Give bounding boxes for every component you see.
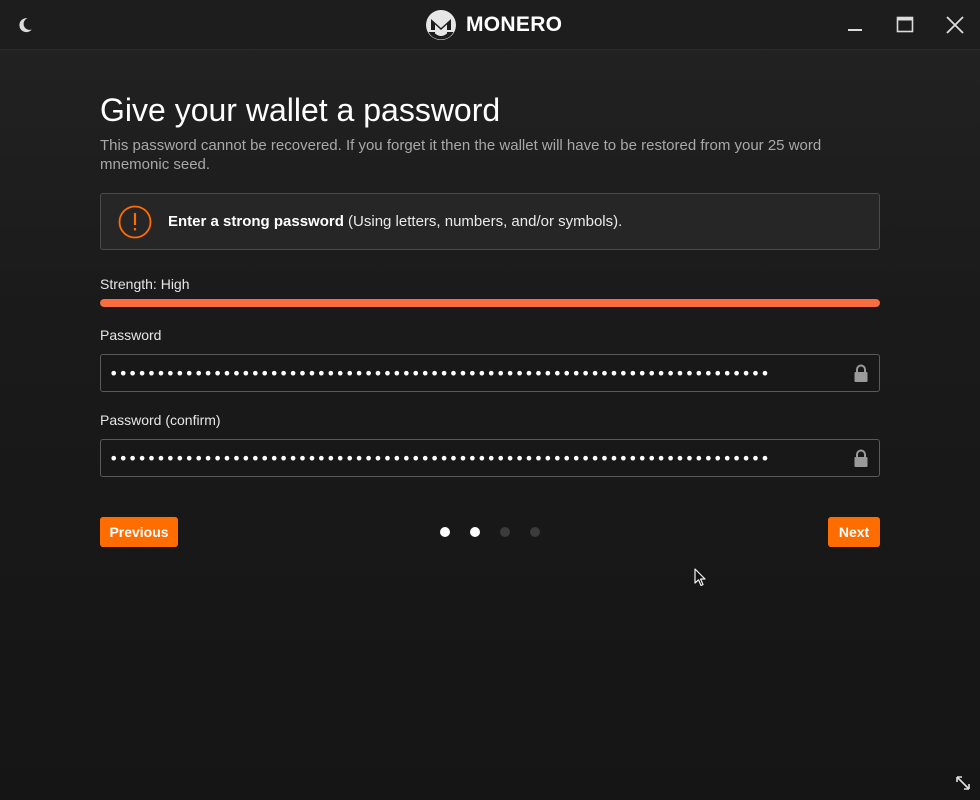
strength-meter: [100, 299, 880, 307]
monero-logo: [426, 10, 456, 40]
page-description: This password cannot be recovered. If yo…: [100, 137, 822, 173]
notice-rest-text: (Using letters, numbers, and/or symbols)…: [343, 213, 623, 230]
brand-name: MONERO: [466, 13, 563, 36]
notice-strong-text: Enter a strong password: [168, 213, 344, 230]
strength-label: Strength: High: [100, 276, 190, 292]
mouse-cursor-icon: [694, 568, 706, 587]
moon-icon[interactable]: [14, 14, 36, 36]
strength-meter-fill: [100, 299, 880, 307]
step-dot: [440, 527, 450, 537]
resize-icon[interactable]: [954, 774, 972, 792]
close-icon[interactable]: [942, 12, 968, 38]
previous-button[interactable]: Previous: [100, 517, 178, 547]
lock-icon: [854, 449, 868, 467]
step-indicator: [440, 527, 540, 537]
step-dot: [500, 527, 510, 537]
password-label: Password: [100, 327, 162, 343]
minimize-icon[interactable]: [842, 12, 868, 38]
password-confirm-input[interactable]: [109, 440, 839, 476]
password-notice: Enter a strong password (Using letters, …: [100, 193, 880, 250]
page-header: Give your wallet a password This passwor…: [100, 90, 880, 174]
maximize-icon[interactable]: [892, 12, 918, 38]
warning-circle-icon: [118, 205, 152, 238]
password-input[interactable]: [109, 355, 839, 391]
notice-text: Enter a strong password (Using letters, …: [168, 213, 622, 230]
password-field: [100, 354, 880, 392]
step-dot: [470, 527, 480, 537]
lock-icon: [854, 364, 868, 382]
next-button[interactable]: Next: [828, 517, 880, 547]
step-dot: [530, 527, 540, 537]
brand: MONERO: [426, 10, 562, 40]
title-bar: MONERO: [0, 0, 980, 50]
password-confirm-field: [100, 439, 880, 477]
page-title: Give your wallet a password: [100, 92, 501, 128]
password-confirm-label: Password (confirm): [100, 412, 221, 428]
